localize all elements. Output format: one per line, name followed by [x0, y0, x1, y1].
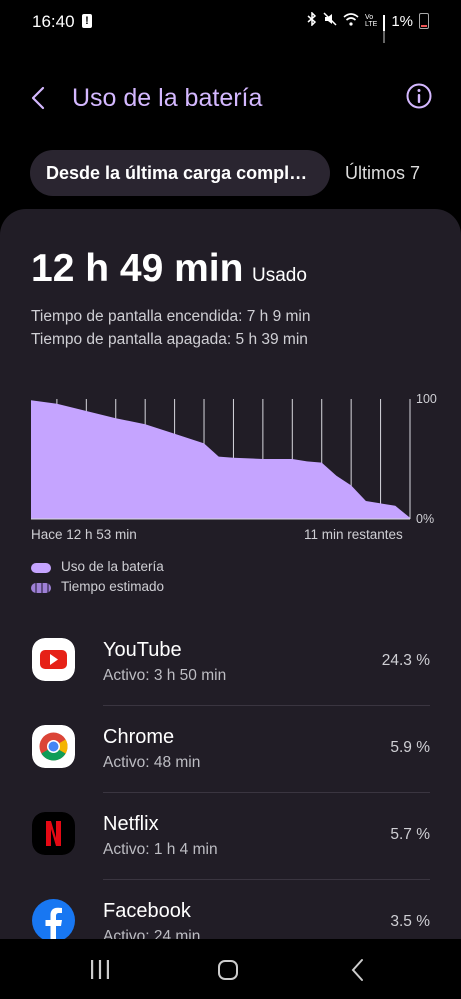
youtube-icon [32, 638, 75, 681]
app-row-chrome[interactable]: Chrome Activo: 48 min 5.9 % [0, 706, 461, 793]
legend-label: Uso de la batería [61, 559, 164, 574]
x-end-label: 11 min restantes [304, 527, 403, 542]
bluetooth-icon [307, 11, 317, 30]
usage-time: 12 h 49 min [31, 247, 244, 290]
status-bar: 16:40 ! Vo LTE 1% [0, 0, 461, 44]
chart-y-tick-label: 0% [416, 512, 434, 526]
app-name: Netflix [103, 813, 159, 835]
app-active-time: Activo: 3 h 50 min [103, 667, 227, 684]
app-usage-list: YouTube Activo: 3 h 50 min 24.3 % Chrome… [0, 619, 461, 967]
netflix-icon [32, 812, 75, 855]
period-tabs: Desde la última carga comple… Últimos 7 [0, 150, 461, 196]
page-title: Uso de la batería [72, 84, 263, 112]
app-percent: 24.3 % [381, 652, 430, 669]
battery-icon [419, 13, 429, 29]
nav-back-button[interactable] [338, 957, 378, 983]
volte-icon: Vo LTE [364, 14, 378, 28]
usage-label: Usado [252, 265, 307, 286]
navigation-bar [0, 939, 461, 999]
tab-label: Desde la última carga comple… [46, 163, 316, 183]
app-name: YouTube [103, 639, 182, 661]
home-button[interactable] [208, 957, 248, 983]
mute-icon [323, 12, 337, 30]
battery-percent: 1% [391, 12, 413, 30]
battery-usage-area [31, 400, 410, 519]
recent-apps-icon [91, 960, 109, 979]
back-button[interactable] [26, 80, 56, 116]
screen-off-time: Tiempo de pantalla apagada: 5 h 39 min [31, 331, 308, 348]
app-percent: 5.9 % [390, 739, 430, 756]
header: Uso de la batería [0, 70, 461, 126]
tab-last-7-days[interactable]: Últimos 7 [345, 163, 420, 184]
info-icon [406, 83, 432, 109]
battery-chart: 100 0% [0, 389, 461, 529]
app-active-time: Activo: 1 h 4 min [103, 841, 218, 858]
app-percent: 5.7 % [390, 826, 430, 843]
chrome-icon [32, 725, 75, 768]
status-icons: Vo LTE 1% [307, 11, 429, 43]
home-icon [218, 960, 238, 980]
info-button[interactable] [405, 82, 433, 110]
status-time: 16:40 [32, 12, 75, 31]
app-row-youtube[interactable]: YouTube Activo: 3 h 50 min 24.3 % [0, 619, 461, 706]
app-percent: 3.5 % [390, 913, 430, 930]
app-active-time: Activo: 48 min [103, 754, 201, 771]
x-start-label: Hace 12 h 53 min [31, 527, 137, 542]
legend-label: Tiempo estimado [61, 579, 165, 594]
recent-apps-button[interactable] [80, 957, 120, 983]
legend-swatch [31, 583, 51, 593]
app-name: Facebook [103, 900, 191, 922]
chevron-left-icon [31, 86, 45, 110]
tab-since-last-charge[interactable]: Desde la última carga comple… [30, 150, 330, 196]
legend-swatch [31, 563, 51, 573]
battery-chart-svg: 100 0% [31, 392, 437, 526]
facebook-icon [32, 899, 75, 942]
battery-card: 12 h 49 min Usado Tiempo de pantalla enc… [0, 209, 461, 949]
signal-icon [383, 15, 386, 43]
back-icon [351, 959, 363, 981]
wifi-icon [343, 12, 359, 30]
screen-on-time: Tiempo de pantalla encendida: 7 h 9 min [31, 308, 311, 325]
chart-y-tick-label: 100 [416, 392, 437, 406]
alert-icon: ! [82, 14, 92, 28]
app-name: Chrome [103, 726, 175, 748]
app-row-netflix[interactable]: Netflix Activo: 1 h 4 min 5.7 % [0, 793, 461, 880]
